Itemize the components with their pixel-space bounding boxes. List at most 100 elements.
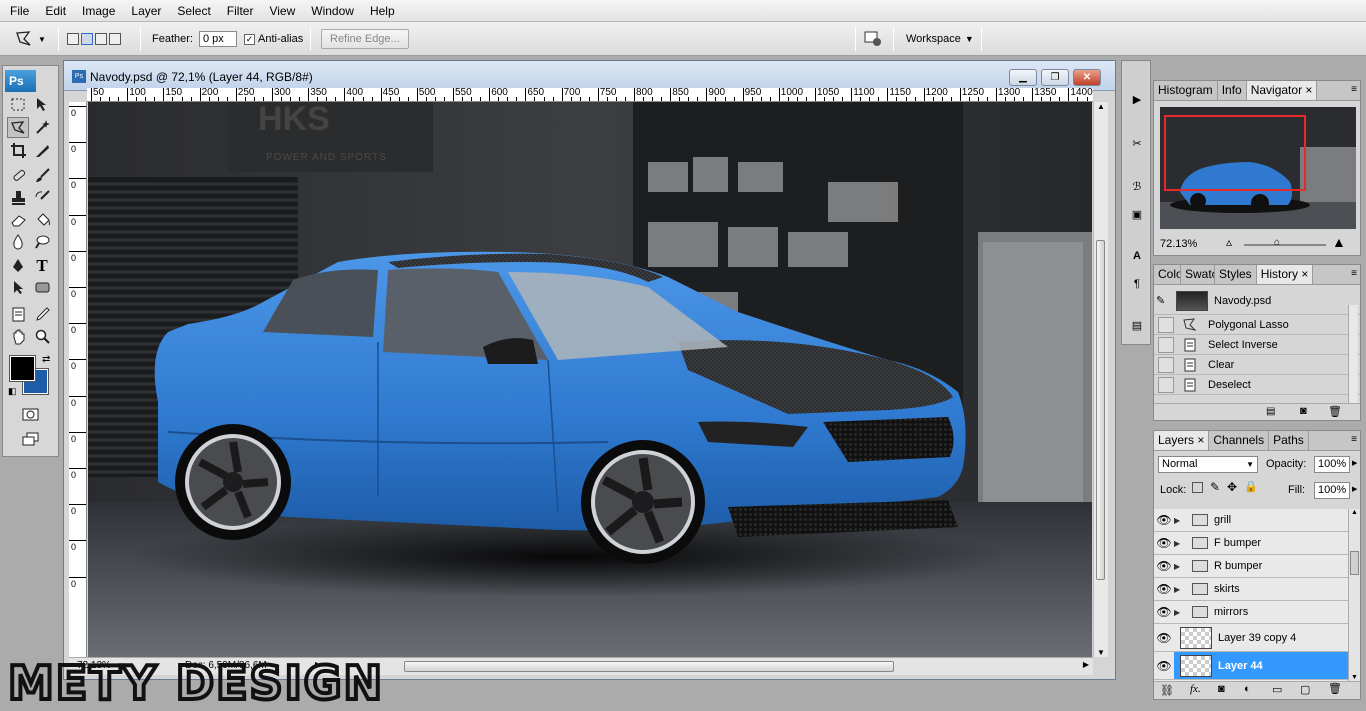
antialias-checkbox[interactable]: ✓ bbox=[244, 33, 255, 45]
pen-tool[interactable] bbox=[7, 255, 29, 276]
fill-field[interactable]: 100% bbox=[1314, 482, 1350, 499]
history-brush-tool[interactable] bbox=[31, 187, 53, 208]
foreground-color-swatch[interactable] bbox=[9, 355, 36, 382]
quick-mask-button[interactable] bbox=[19, 404, 41, 425]
screen-mode-button[interactable] bbox=[19, 428, 41, 449]
eye-icon[interactable]: 👁 bbox=[1154, 605, 1174, 619]
history-snapshot[interactable]: ✎ Navody.psd bbox=[1154, 287, 1360, 315]
tab-histogram[interactable]: Histogram bbox=[1154, 81, 1218, 100]
trash-icon[interactable]: 🗑 bbox=[1328, 682, 1342, 695]
refine-edge-button[interactable]: Refine Edge... bbox=[321, 29, 409, 49]
tab-layers[interactable]: Layers × bbox=[1154, 431, 1210, 450]
blend-mode-select[interactable]: Normal ▼ bbox=[1158, 456, 1258, 473]
close-icon[interactable]: × bbox=[1197, 433, 1204, 447]
tab-styles[interactable]: Styles bbox=[1215, 265, 1257, 284]
link-layers-icon[interactable]: ⛓ bbox=[1160, 684, 1174, 697]
expand-icon[interactable]: ▶ bbox=[1174, 562, 1186, 571]
layer-row[interactable]: 👁 Layer 39 copy 4 bbox=[1154, 624, 1348, 652]
layer-style-icon[interactable]: fx. bbox=[1190, 683, 1201, 695]
panel-menu-icon[interactable]: ≡ bbox=[1351, 434, 1357, 445]
vertical-scroll-thumb[interactable] bbox=[1096, 240, 1105, 580]
expand-icon[interactable]: ▶ bbox=[1174, 516, 1186, 525]
document-title-bar[interactable]: Ps Navody.psd @ 72,1% (Layer 44, RGB/8#)… bbox=[64, 61, 1115, 91]
scroll-right-icon[interactable]: ▶ bbox=[1083, 660, 1089, 669]
shape-tool[interactable] bbox=[31, 277, 53, 298]
marquee-tool[interactable] bbox=[7, 94, 29, 115]
brush-tool[interactable] bbox=[31, 165, 53, 186]
lock-pixels-icon[interactable]: ✎ bbox=[1210, 480, 1220, 494]
layer-group-row[interactable]: 👁 ▶ mirrors bbox=[1154, 601, 1348, 624]
add-mask-icon[interactable]: ◙ bbox=[1218, 683, 1225, 695]
eyedropper-tool[interactable] bbox=[31, 304, 53, 325]
tab-paths[interactable]: Paths bbox=[1269, 431, 1309, 450]
layer-group-row[interactable]: 👁 ▶ grill bbox=[1154, 509, 1348, 532]
path-selection-tool[interactable] bbox=[7, 277, 29, 298]
healing-brush-tool[interactable] bbox=[7, 165, 29, 186]
notes-tool[interactable] bbox=[7, 304, 29, 325]
eye-icon[interactable]: 👁 bbox=[1154, 559, 1174, 573]
adjustment-layer-icon[interactable]: ◐ bbox=[1244, 683, 1251, 695]
layers-scroll-thumb[interactable] bbox=[1350, 551, 1359, 575]
new-selection-icon[interactable] bbox=[67, 33, 79, 45]
move-tool[interactable] bbox=[31, 94, 53, 115]
history-item[interactable]: Deselect bbox=[1154, 375, 1360, 395]
dodge-tool[interactable] bbox=[31, 231, 53, 252]
layer-row-selected[interactable]: 👁 Layer 44 bbox=[1154, 652, 1348, 680]
camera-icon[interactable]: ◙ bbox=[1300, 405, 1307, 417]
menu-view[interactable]: View bbox=[261, 1, 303, 21]
horizontal-ruler[interactable]: 50 100 150 200 250 300 350 400 450 500 550 600 650 70… bbox=[87, 88, 1093, 102]
intersect-selection-icon[interactable] bbox=[109, 33, 121, 45]
lock-position-icon[interactable]: ✥ bbox=[1227, 480, 1237, 494]
close-icon[interactable]: × bbox=[1305, 83, 1312, 97]
eye-icon[interactable]: 👁 bbox=[1154, 582, 1174, 596]
canvas[interactable]: HKS POWER AND SPORTS bbox=[88, 102, 1092, 657]
magic-wand-tool[interactable] bbox=[31, 117, 53, 138]
menu-edit[interactable]: Edit bbox=[37, 1, 74, 21]
lasso-tool[interactable] bbox=[7, 117, 29, 138]
history-item[interactable]: Polygonal Lasso bbox=[1154, 315, 1360, 335]
zoom-out-icon[interactable]: ▵ bbox=[1226, 235, 1232, 249]
close-icon[interactable]: × bbox=[1301, 267, 1308, 281]
vertical-scrollbar[interactable]: ▲ ▼ bbox=[1093, 102, 1108, 657]
tab-channels[interactable]: Channels bbox=[1209, 431, 1270, 450]
minimize-button[interactable]: ▁ bbox=[1009, 69, 1037, 86]
dock-brush-button[interactable]: ℬ bbox=[1126, 175, 1148, 197]
maximize-button[interactable]: ❐ bbox=[1041, 69, 1069, 86]
tool-preset-picker[interactable]: ▼ bbox=[14, 22, 46, 56]
dock-notes-button[interactable]: ▤ bbox=[1126, 314, 1148, 336]
dock-navigator-button[interactable]: ▶ bbox=[1126, 88, 1148, 110]
eye-icon[interactable]: 👁 bbox=[1154, 536, 1174, 550]
close-button[interactable]: ✕ bbox=[1073, 69, 1101, 86]
menu-file[interactable]: File bbox=[2, 1, 37, 21]
lock-transparency-icon[interactable] bbox=[1192, 482, 1203, 493]
dock-clone-button[interactable]: ▣ bbox=[1126, 203, 1148, 225]
navigator-preview[interactable] bbox=[1160, 107, 1356, 229]
crop-tool[interactable] bbox=[7, 140, 29, 161]
zoom-in-icon[interactable]: ▲ bbox=[1332, 234, 1346, 250]
history-item[interactable]: Select Inverse bbox=[1154, 335, 1360, 355]
paint-bucket-tool[interactable] bbox=[31, 209, 53, 230]
tab-swatches[interactable]: Swatc bbox=[1181, 265, 1215, 284]
subtract-selection-icon[interactable] bbox=[95, 33, 107, 45]
zoom-slider-thumb[interactable]: ⌂ bbox=[1274, 237, 1280, 248]
eye-icon[interactable]: 👁 bbox=[1154, 631, 1174, 645]
eye-icon[interactable]: 👁 bbox=[1154, 513, 1174, 527]
scroll-up-icon[interactable]: ▲ bbox=[1097, 102, 1105, 111]
trash-icon[interactable]: 🗑 bbox=[1328, 405, 1342, 418]
clone-stamp-tool[interactable] bbox=[7, 187, 29, 208]
panel-menu-icon[interactable]: ≡ bbox=[1351, 268, 1357, 279]
menu-image[interactable]: Image bbox=[74, 1, 123, 21]
feather-input[interactable]: 0 px bbox=[198, 31, 237, 47]
layer-group-row[interactable]: 👁 ▶ R bumper bbox=[1154, 555, 1348, 578]
tab-color[interactable]: Color bbox=[1154, 265, 1181, 284]
history-item[interactable]: Clear bbox=[1154, 355, 1360, 375]
scroll-down-icon[interactable]: ▼ bbox=[1351, 674, 1358, 681]
layers-scrollbar[interactable]: ▲ ▼ bbox=[1348, 509, 1360, 681]
opacity-field[interactable]: 100% bbox=[1314, 456, 1350, 473]
expand-icon[interactable]: ▶ bbox=[1174, 539, 1186, 548]
menu-help[interactable]: Help bbox=[362, 1, 403, 21]
blur-tool[interactable] bbox=[7, 231, 29, 252]
tab-info[interactable]: Info bbox=[1218, 81, 1247, 100]
new-layer-icon[interactable]: ▢ bbox=[1300, 683, 1310, 696]
history-brush-source-icon[interactable]: ✎ bbox=[1156, 294, 1176, 307]
